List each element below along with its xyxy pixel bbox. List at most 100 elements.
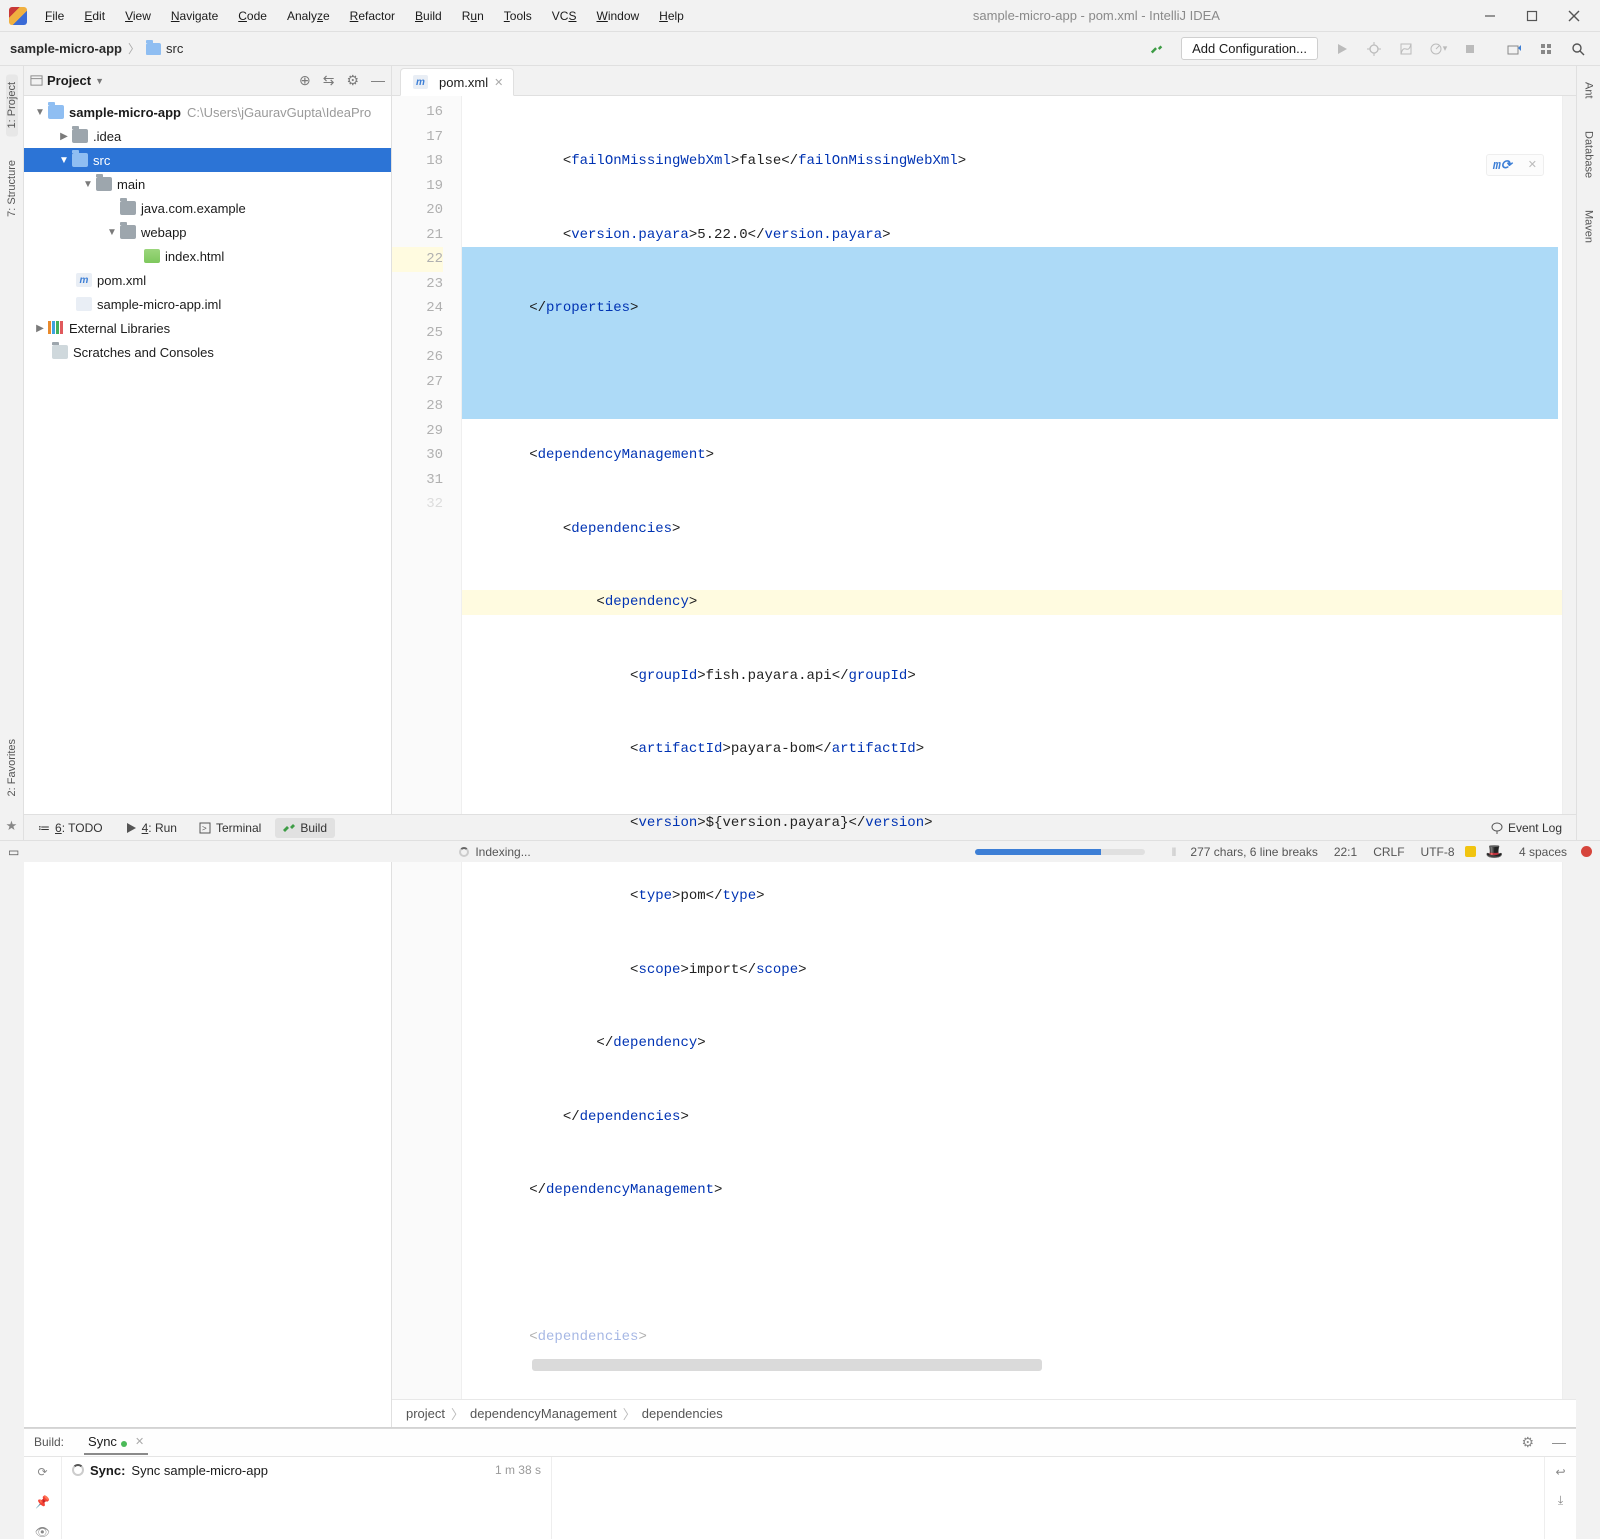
folder-icon	[72, 153, 88, 167]
add-configuration-button[interactable]: Add Configuration...	[1181, 37, 1318, 60]
breadcrumb-root[interactable]: sample-micro-app	[6, 41, 126, 56]
ide-settings-button[interactable]	[1534, 37, 1558, 61]
view-button[interactable]: 👁	[35, 1525, 50, 1539]
rail-database[interactable]: Database	[1583, 123, 1595, 186]
update-project-button[interactable]	[1502, 37, 1526, 61]
project-tool-window: Project ▼ ⊕ ⇆ ⚙ — ▼ sample-micro-app C:\…	[24, 66, 392, 1427]
folder-icon	[96, 177, 112, 191]
inspections-icon[interactable]: 🎩	[1486, 843, 1503, 860]
tree-pom[interactable]: mpom.xml	[24, 268, 391, 292]
menu-code[interactable]: Code	[228, 0, 277, 31]
build-tool-header: Build: Sync ✕ ⚙ —	[24, 1429, 1576, 1457]
tool-run[interactable]: 4: Run	[117, 818, 185, 838]
horizontal-scrollbar[interactable]	[532, 1359, 1042, 1371]
menu-vcs[interactable]: VCS	[542, 0, 587, 31]
code-body[interactable]: <failOnMissingWebXml>false</failOnMissin…	[462, 96, 1562, 1399]
menu-tools[interactable]: Tools	[494, 0, 542, 31]
rail-maven[interactable]: Maven	[1583, 202, 1595, 251]
menu-refactor[interactable]: Refactor	[340, 0, 405, 31]
status-selection: 277 chars, 6 line breaks	[1190, 845, 1317, 859]
maven-reimport-badge[interactable]: m⟳✕	[1486, 154, 1544, 176]
rail-favorites[interactable]: 2: Favorites	[6, 731, 18, 804]
tree-idea[interactable]: ▶.idea	[24, 124, 391, 148]
status-encoding[interactable]: UTF-8	[1421, 845, 1455, 859]
build-tab-sync[interactable]: Sync ✕	[84, 1429, 148, 1455]
tool-settings-button[interactable]: ⚙	[346, 72, 359, 89]
window-close-button[interactable]	[1553, 0, 1595, 31]
project-tree[interactable]: ▼ sample-micro-app C:\Users\jGauravGupta…	[24, 96, 391, 1427]
window-maximize-button[interactable]	[1511, 0, 1553, 31]
coverage-button[interactable]	[1394, 37, 1418, 61]
right-tool-rail: Ant Database Maven	[1576, 66, 1600, 840]
warning-icon[interactable]	[1465, 846, 1476, 857]
crumb-project[interactable]: project	[406, 1406, 445, 1421]
crumb-deps[interactable]: dependencies	[642, 1406, 723, 1421]
window-minimize-button[interactable]	[1469, 0, 1511, 31]
ide-status-icon[interactable]: ▭	[8, 845, 19, 859]
hide-tool-button[interactable]: —	[371, 72, 385, 89]
status-caret-position[interactable]: 22:1	[1334, 845, 1357, 859]
menu-window[interactable]: Window	[586, 0, 649, 31]
status-indent[interactable]: 4 spaces	[1519, 845, 1567, 859]
close-icon[interactable]: ✕	[1528, 158, 1537, 172]
soft-wrap-button[interactable]: ↩	[1555, 1465, 1565, 1479]
build-output[interactable]	[552, 1457, 1544, 1539]
menu-run[interactable]: Run	[452, 0, 494, 31]
menu-help[interactable]: Help	[649, 0, 694, 31]
run-button[interactable]	[1330, 37, 1354, 61]
build-task-list[interactable]: Sync: Sync sample-micro-app 1 m 38 s	[62, 1457, 552, 1539]
pin-button[interactable]: 📌	[35, 1495, 50, 1509]
scroll-to-end-button[interactable]: ⤓	[1558, 1493, 1563, 1508]
select-opened-file-button[interactable]: ⊕	[299, 72, 311, 89]
debug-button[interactable]	[1362, 37, 1386, 61]
menu-navigate[interactable]: Navigate	[161, 0, 228, 31]
status-line-separator[interactable]: CRLF	[1373, 845, 1404, 859]
tool-todo[interactable]: ≔6: TODO	[30, 818, 111, 838]
build-right-toolbar: ↩ ⤓	[1544, 1457, 1576, 1539]
rerun-button[interactable]: ⟳	[37, 1465, 47, 1479]
menu-file[interactable]: File	[35, 0, 74, 31]
close-tab-button[interactable]: ✕	[135, 1435, 144, 1448]
tree-root[interactable]: ▼ sample-micro-app C:\Users\jGauravGupta…	[24, 100, 391, 124]
menu-edit[interactable]: Edit	[74, 0, 115, 31]
tree-external-libraries[interactable]: ▶External Libraries	[24, 316, 391, 340]
folder-icon	[120, 225, 136, 239]
code-area[interactable]: 161718192021 22 23242526272829303132 <fa…	[392, 96, 1576, 1399]
iml-file-icon	[76, 297, 92, 311]
tree-src[interactable]: ▼src	[24, 148, 391, 172]
menu-build[interactable]: Build	[405, 0, 452, 31]
build-project-button[interactable]	[1145, 37, 1169, 61]
build-hide-button[interactable]: —	[1552, 1434, 1566, 1451]
close-tab-button[interactable]: ✕	[494, 76, 503, 89]
error-indicator-icon[interactable]	[1581, 846, 1592, 857]
tree-main[interactable]: ▼main	[24, 172, 391, 196]
editor-right-gutter[interactable]	[1562, 96, 1576, 1399]
rail-ant[interactable]: Ant	[1583, 74, 1595, 107]
editor-tab-pom[interactable]: m pom.xml ✕	[400, 68, 514, 96]
tree-webapp[interactable]: ▼webapp	[24, 220, 391, 244]
tree-scratches[interactable]: Scratches and Consoles	[24, 340, 391, 364]
tree-java-pkg[interactable]: java.com.example	[24, 196, 391, 220]
expand-all-button[interactable]: ⇆	[323, 72, 335, 89]
build-task-row[interactable]: Sync: Sync sample-micro-app 1 m 38 s	[72, 1463, 541, 1478]
rail-structure[interactable]: 7: Structure	[6, 152, 18, 225]
spinner-icon	[72, 1464, 84, 1476]
crumb-depmgmt[interactable]: dependencyManagement	[470, 1406, 617, 1421]
progress-bar[interactable]	[975, 849, 1145, 855]
tree-index-html[interactable]: index.html	[24, 244, 391, 268]
breadcrumb-src[interactable]: src	[142, 41, 187, 56]
rail-project[interactable]: 1: Project	[6, 74, 18, 136]
stop-button[interactable]	[1458, 37, 1482, 61]
tool-terminal[interactable]: >Terminal	[191, 818, 269, 838]
tool-build[interactable]: Build	[275, 818, 335, 838]
profile-button[interactable]: ▾	[1426, 37, 1450, 61]
editor-gutter[interactable]: 161718192021 22 23242526272829303132	[392, 96, 462, 1399]
menu-analyze[interactable]: Analyze	[277, 0, 340, 31]
tree-iml[interactable]: sample-micro-app.iml	[24, 292, 391, 316]
build-settings-button[interactable]: ⚙	[1521, 1434, 1534, 1451]
project-tool-title[interactable]: Project ▼	[30, 73, 104, 88]
status-task[interactable]: Indexing...	[459, 845, 530, 859]
search-everywhere-button[interactable]	[1566, 37, 1590, 61]
menu-view[interactable]: View	[115, 0, 161, 31]
breadcrumb-separator: 〉	[128, 40, 140, 57]
